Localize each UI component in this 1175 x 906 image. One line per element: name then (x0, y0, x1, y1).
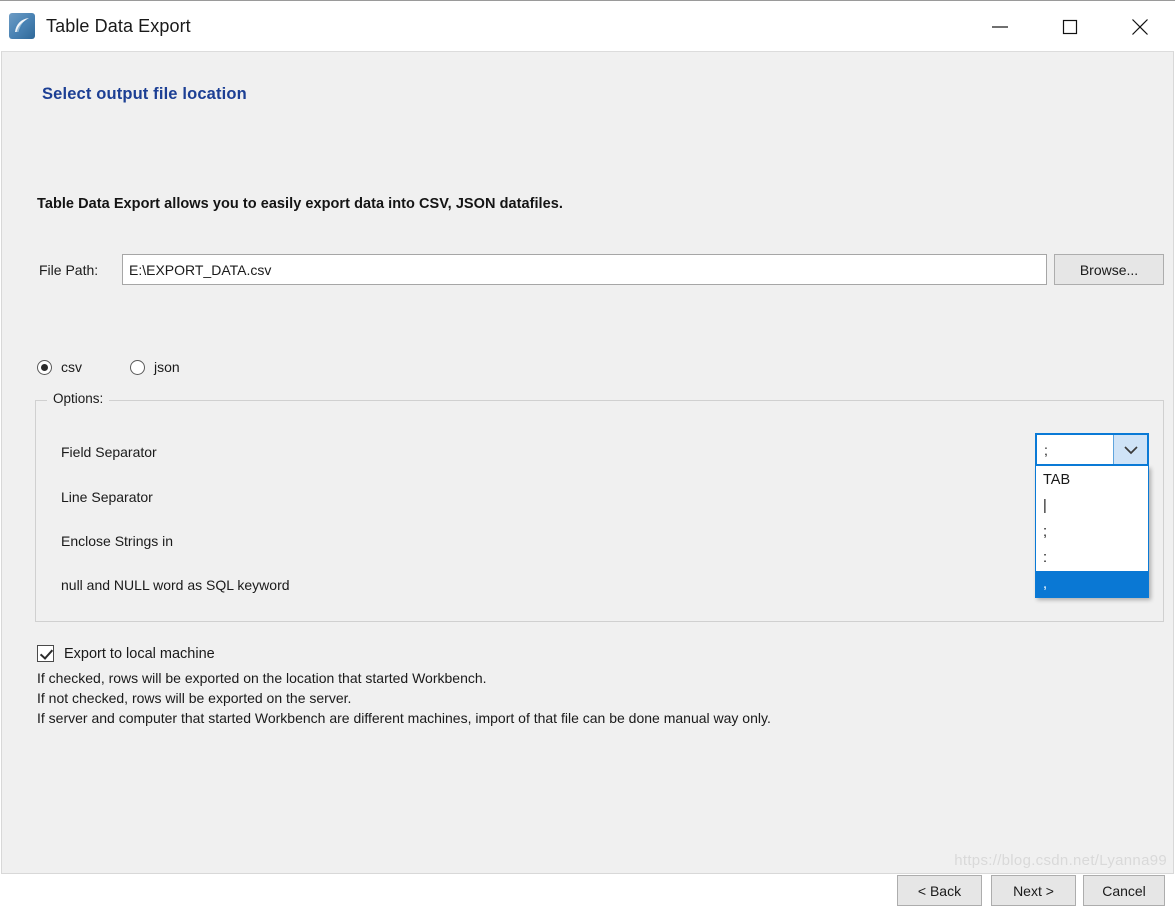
workbench-dolphin-icon (9, 13, 35, 39)
export-note-line-2: If not checked, rows will be exported on… (37, 690, 352, 706)
radio-option-json[interactable]: json (130, 359, 180, 375)
option-label-field-separator: Field Separator (61, 444, 157, 460)
dropdown-item-pipe[interactable]: | (1036, 493, 1148, 519)
format-radio-group: csv json (37, 359, 228, 375)
file-path-input[interactable] (122, 254, 1047, 285)
field-separator-combobox-control[interactable]: ; (1035, 433, 1149, 466)
intro-description: Table Data Export allows you to easily e… (37, 196, 563, 212)
dropdown-item-colon[interactable]: : (1036, 545, 1148, 571)
option-label-line-separator: Line Separator (61, 489, 153, 505)
export-note-line-3: If server and computer that started Work… (37, 710, 771, 726)
radio-indicator-csv (37, 359, 52, 375)
radio-label-json: json (154, 359, 180, 375)
close-icon[interactable] (1105, 1, 1175, 52)
cancel-button[interactable]: Cancel (1083, 875, 1165, 906)
file-path-label: File Path: (39, 262, 99, 278)
dropdown-item-semicolon[interactable]: ; (1036, 519, 1148, 545)
field-separator-combobox-value: ; (1044, 441, 1048, 458)
export-local-checkbox-label: Export to local machine (64, 645, 215, 662)
option-label-enclose-strings: Enclose Strings in (61, 533, 174, 549)
dropdown-item-comma[interactable]: , (1036, 571, 1148, 597)
browse-button[interactable]: Browse... (1054, 254, 1164, 285)
minimize-icon[interactable] (965, 1, 1035, 52)
radio-label-csv: csv (61, 359, 82, 375)
radio-indicator-json (130, 359, 145, 375)
option-label-null-sql-keyword: null and NULL word as SQL keyword (61, 577, 290, 593)
watermark-text: https://blog.csdn.net/Lyanna99 (954, 852, 1167, 869)
maximize-icon[interactable] (1035, 1, 1105, 52)
checkbox-indicator (37, 645, 54, 662)
wizard-panel: Select output file location Table Data E… (1, 51, 1174, 906)
field-separator-dropdown-list[interactable]: TAB | ; : , (1035, 466, 1149, 598)
page-title: Select output file location (42, 85, 247, 103)
window-titlebar: Table Data Export (0, 0, 1175, 51)
next-button[interactable]: Next > (991, 875, 1076, 906)
radio-option-csv[interactable]: csv (37, 359, 82, 375)
chevron-down-icon[interactable] (1113, 435, 1147, 464)
dropdown-item-tab[interactable]: TAB (1036, 467, 1148, 493)
window-controls (965, 1, 1175, 52)
window-title: Table Data Export (46, 15, 191, 36)
export-local-checkbox[interactable]: Export to local machine (37, 645, 215, 662)
options-groupbox-legend: Options: (47, 391, 110, 406)
back-button[interactable]: < Back (897, 875, 982, 906)
export-note-line-1: If checked, rows will be exported on the… (37, 670, 487, 686)
field-separator-combobox[interactable]: ; TAB | ; : , (1035, 433, 1149, 598)
